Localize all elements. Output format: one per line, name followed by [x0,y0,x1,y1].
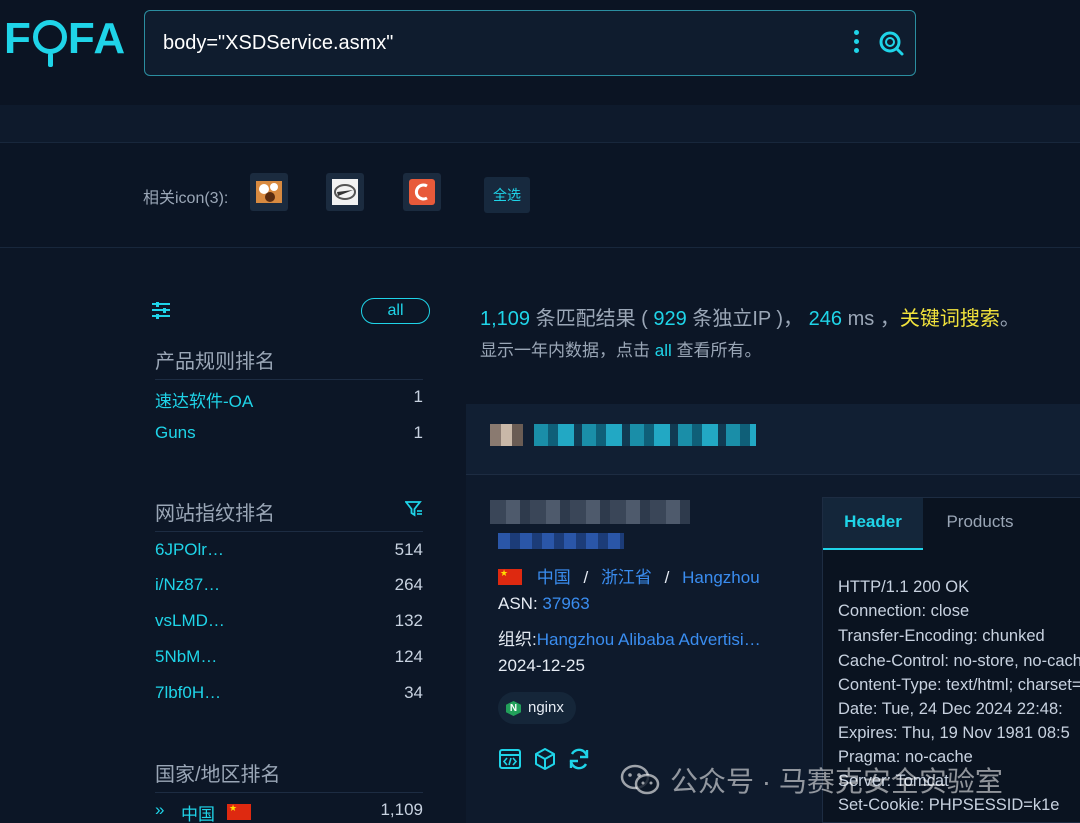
header-line: Transfer-Encoding: chunked [838,627,1045,645]
org-label: 组织: [498,630,537,649]
divider [0,247,1080,248]
watermark-text: 公众号 · 马赛克安全实验室 [670,766,1003,797]
search-box [144,10,916,76]
tab-header[interactable]: Header [823,498,923,550]
unique-ip-count: 929 [653,308,687,330]
rank-name[interactable]: 速达软件-OA [155,387,253,412]
summary-text: ms ， [847,308,900,330]
tab-products[interactable]: Products [925,498,1035,550]
divider [155,379,423,380]
result-count: 1,109 [480,308,531,330]
results-summary: 1,109 条匹配结果 ( 929 条独立IP )， 246 ms ，关键词搜索… [480,302,1020,331]
related-icons-label: 相关icon(3): [143,190,229,207]
rank-name[interactable]: Guns [155,423,196,443]
city-link[interactable]: Hangzhou [682,568,760,587]
wechat-icon [620,764,660,795]
search-icon[interactable] [877,29,905,57]
favicon-icon [490,424,523,446]
rank-name[interactable]: vsLMD… [155,611,225,631]
code-view-icon[interactable] [498,747,522,771]
header-line: Date: Tue, 24 Dec 2024 22:48: [838,700,1063,718]
org-line: 组织:Hangzhou Alibaba Advertisi… [498,625,761,650]
asn-label: ASN: [498,594,538,613]
asn-line: ASN: 37963 [498,594,590,614]
redacted-ip[interactable] [490,500,690,524]
country-link[interactable]: 中国 [537,568,571,587]
product-rank-item[interactable]: 速达软件-OA 1 [155,387,423,411]
select-all-button[interactable]: 全选 [484,177,530,213]
divider [155,792,423,793]
date-line: 2024-12-25 [498,656,585,675]
tech-tag[interactable]: N nginx [498,692,576,724]
redacted-host[interactable] [534,424,756,446]
fingerprint-rank-item[interactable]: vsLMD… 132 [155,611,423,635]
show-all-link[interactable]: all [655,341,672,360]
refresh-icon[interactable] [567,747,591,771]
product-rank-title: 产品规则排名 [155,351,275,373]
rank-count: 124 [394,647,423,666]
rank-count: 1 [413,423,423,442]
rank-count: 34 [404,683,423,702]
org-link[interactable]: Hangzhou Alibaba Advertisi… [537,630,761,649]
product-rank-item[interactable]: Guns 1 [155,423,423,447]
tech-tag-label: nginx [528,699,564,716]
expand-icon[interactable]: » [155,800,164,820]
rank-count: 264 [394,575,423,594]
related-icon-3[interactable] [403,173,441,211]
redacted-domain[interactable] [498,533,624,549]
filter-icon[interactable] [405,501,423,517]
cube-icon[interactable] [533,747,557,771]
rank-name[interactable]: i/Nz87… [155,575,220,595]
search-input[interactable] [163,29,823,57]
watermark: 公众号 · 马赛克安全实验室 [620,760,1003,800]
asn-link[interactable]: 37963 [542,594,589,613]
summary-text: 条独立IP )， [692,308,804,330]
rank-count: 1,109 [380,800,423,819]
rank-name[interactable]: 5NbM… [155,647,217,667]
rank-count: 132 [394,611,423,630]
china-flag-icon [227,804,251,820]
summary-text: 条匹配结果 ( [535,308,648,330]
keyword-search-link[interactable]: 关键词搜索 [900,308,1000,330]
sub-bar [0,105,1080,142]
related-icon-1[interactable] [250,173,288,211]
header-line: Cache-Control: no-store, no-cache [838,652,1080,670]
divider [155,531,423,532]
header-line: Connection: close [838,602,970,620]
related-icon-2[interactable] [326,173,364,211]
filter-settings-icon[interactable] [151,300,171,320]
location-line: 中国 / 浙江省 / Hangzhou [498,563,760,588]
rank-count: 514 [394,540,423,559]
query-time: 246 [808,308,843,330]
results-subline: 显示一年内数据，点击 all 查看所有。 [480,336,761,361]
rank-count: 1 [413,387,423,406]
separator: / [664,568,670,587]
header-line: HTTP/1.1 200 OK [838,578,970,596]
fingerprint-rank-item[interactable]: 5NbM… 124 [155,647,423,671]
fingerprint-rank-item[interactable]: 7lbf0H… 34 [155,683,423,707]
country-rank-item[interactable]: » 中国 1,109 [155,800,423,823]
province-link[interactable]: 浙江省 [601,568,652,587]
fingerprint-rank-item[interactable]: 6JPOlr… 514 [155,540,423,564]
subline-text: 查看所有。 [676,341,762,360]
rank-name[interactable]: 中国 [181,800,215,823]
rank-name[interactable]: 6JPOlr… [155,540,224,560]
summary-text: 。 [999,308,1020,330]
separator: / [583,568,589,587]
fofa-logo[interactable]: F FA [4,14,126,67]
all-toggle-button[interactable]: all [361,298,430,324]
nginx-icon: N [506,701,521,716]
header-line: Expires: Thu, 19 Nov 1981 08:5 [838,724,1070,742]
header-line: Content-Type: text/html; charset= [838,676,1080,694]
rank-name[interactable]: 7lbf0H… [155,683,221,703]
fingerprint-rank-item[interactable]: i/Nz87… 264 [155,575,423,599]
china-flag-icon [498,569,522,585]
subline-text: 显示一年内数据，点击 [480,341,650,360]
country-rank-title: 国家/地区排名 [155,764,281,786]
fingerprint-rank-title: 网站指纹排名 [155,503,275,525]
more-options-icon[interactable] [850,29,862,55]
